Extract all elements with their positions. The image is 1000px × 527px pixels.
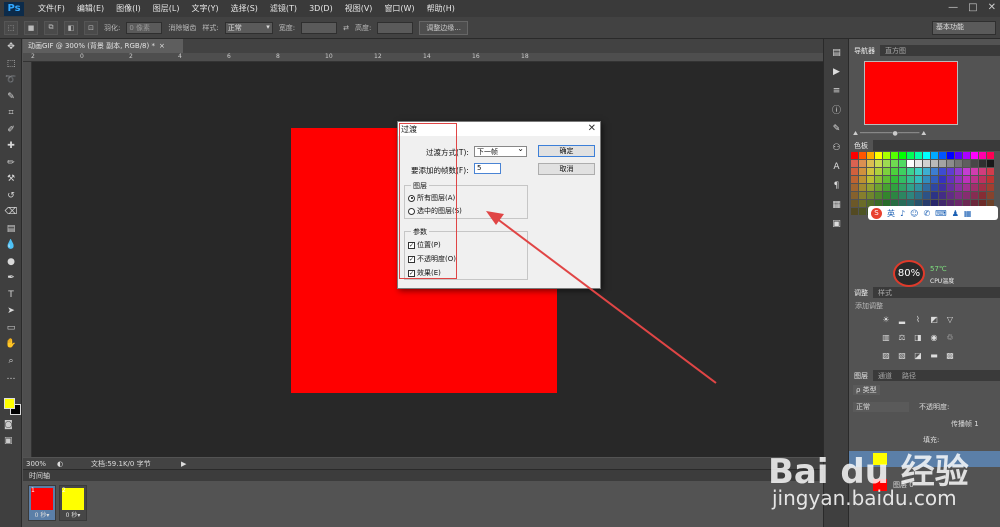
baidu-watermark-url: jingyan.baidu.com: [772, 486, 957, 510]
frame-number: 2: [62, 487, 66, 494]
frame-number: 1: [31, 487, 35, 494]
